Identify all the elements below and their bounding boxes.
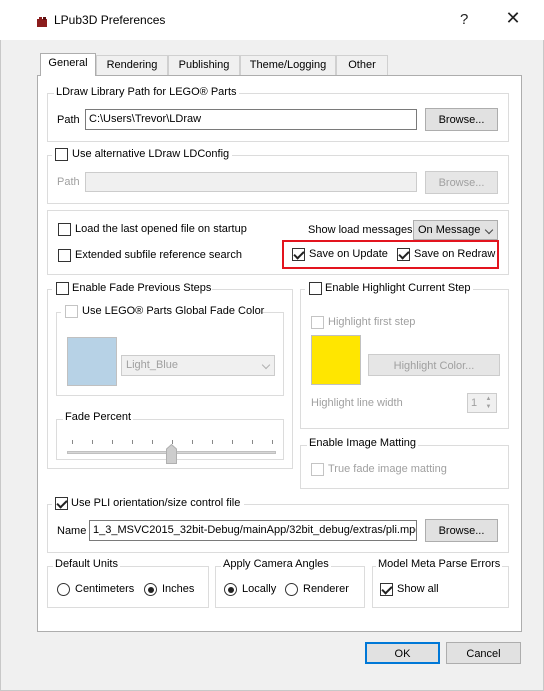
image-matting-group-title: Enable Image Matting xyxy=(307,437,419,449)
highlight-step-label: Enable Highlight Current Step xyxy=(325,282,471,294)
alt-ldconfig-path-label: Path xyxy=(57,176,80,188)
highlight-first-step-label: Highlight first step xyxy=(328,316,416,328)
inches-label: Inches xyxy=(162,583,195,595)
renderer-label: Renderer xyxy=(303,583,349,595)
pli-name-label: Name xyxy=(57,525,87,537)
tab-publishing[interactable]: Publishing xyxy=(168,55,240,75)
true-fade-matting-label: True fade image matting xyxy=(328,463,447,475)
load-last-file-label: Load the last opened file on startup xyxy=(75,223,247,235)
camera-angles-group-title: Apply Camera Angles xyxy=(221,558,331,570)
ldraw-path-label: Path xyxy=(57,114,80,126)
ldraw-path-group-title: LDraw Library Path for LEGO® Parts xyxy=(54,86,239,98)
pli-name-input[interactable]: 1_3_MSVC2015_32bit-Debug/mainApp/32bit_d… xyxy=(89,520,417,541)
alt-ldconfig-checkbox[interactable] xyxy=(55,148,68,161)
locally-radio[interactable] xyxy=(224,583,237,596)
tab-theme-logging[interactable]: Theme/Logging xyxy=(240,55,336,75)
spin-arrows-icon[interactable]: ▲ ▼ xyxy=(483,395,494,411)
window-title: LPub3D Preferences xyxy=(54,13,166,27)
alt-ldconfig-browse-button[interactable]: Browse... xyxy=(425,171,498,194)
fade-steps-checkbox[interactable] xyxy=(56,282,69,295)
fade-percent-slider-handle[interactable] xyxy=(166,443,177,464)
renderer-radio[interactable] xyxy=(285,583,298,596)
fade-color-swatch xyxy=(67,337,117,386)
default-units-group-title: Default Units xyxy=(53,558,120,570)
fade-color-select[interactable]: Light_Blue xyxy=(121,355,275,376)
pli-orientation-checkbox[interactable] xyxy=(55,497,68,510)
highlight-line-width-label: Highlight line width xyxy=(311,397,403,409)
centimeters-radio[interactable] xyxy=(57,583,70,596)
tab-general[interactable]: General xyxy=(40,53,96,76)
chevron-down-icon xyxy=(484,225,494,235)
fade-percent-label: Fade Percent xyxy=(63,411,134,423)
inches-radio[interactable] xyxy=(144,583,157,596)
highlight-step-checkbox[interactable] xyxy=(309,282,322,295)
show-all-errors-label: Show all xyxy=(397,583,439,595)
centimeters-label: Centimeters xyxy=(75,583,135,595)
highlight-line-width-value: 1 xyxy=(471,397,478,409)
chevron-down-icon xyxy=(261,360,271,370)
fade-steps-label: Enable Fade Previous Steps xyxy=(72,282,212,294)
ldraw-path-input[interactable]: C:\Users\Trevor\LDraw xyxy=(85,109,417,130)
tab-rendering[interactable]: Rendering xyxy=(96,55,168,75)
extended-subfile-checkbox[interactable] xyxy=(58,249,71,262)
alt-ldconfig-label: Use alternative LDraw LDConfig xyxy=(72,148,230,160)
help-button[interactable]: ? xyxy=(460,11,468,28)
extended-subfile-label: Extended subfile reference search xyxy=(75,249,242,261)
show-load-messages-label: Show load messages xyxy=(308,224,413,236)
pli-browse-button[interactable]: Browse... xyxy=(425,519,498,542)
highlight-annotation-box xyxy=(282,240,499,269)
show-load-messages-value: On Message xyxy=(418,224,481,236)
ldraw-browse-button[interactable]: Browse... xyxy=(425,108,498,131)
pli-orientation-label: Use PLI orientation/size control file xyxy=(71,497,241,509)
tab-other[interactable]: Other xyxy=(336,55,388,75)
locally-label: Locally xyxy=(242,583,277,595)
highlight-first-step-checkbox[interactable] xyxy=(311,316,324,329)
show-load-messages-select[interactable]: On Message xyxy=(413,220,498,240)
meta-errors-group-title: Model Meta Parse Errors xyxy=(376,558,503,570)
load-last-file-checkbox[interactable] xyxy=(58,223,71,236)
true-fade-matting-checkbox[interactable] xyxy=(311,463,324,476)
global-fade-color-label: Use LEGO® Parts Global Fade Color xyxy=(82,305,265,317)
highlight-color-button[interactable]: Highlight Color... xyxy=(368,354,500,376)
cancel-button[interactable]: Cancel xyxy=(446,642,521,664)
close-button[interactable]: ✕ xyxy=(502,8,524,29)
fade-color-value: Light_Blue xyxy=(126,359,178,371)
app-icon xyxy=(36,16,48,28)
alt-ldconfig-path-input[interactable] xyxy=(85,172,417,192)
highlight-color-swatch xyxy=(311,335,361,385)
global-fade-color-checkbox[interactable] xyxy=(65,305,78,318)
show-all-errors-checkbox[interactable] xyxy=(380,583,393,596)
ok-button[interactable]: OK xyxy=(365,642,440,664)
